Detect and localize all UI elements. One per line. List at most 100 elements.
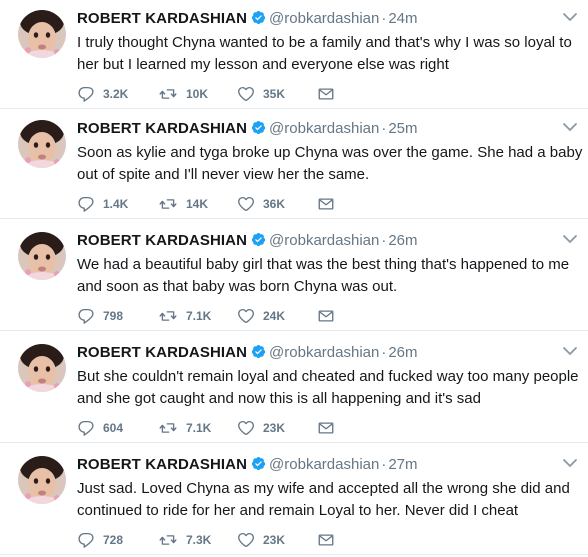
tweet[interactable]: ROBERT KARDASHIAN @robkardashian · 24m I tr… [0, 0, 588, 109]
like-button[interactable]: 35K [237, 85, 285, 103]
envelope-icon [318, 534, 334, 546]
tweet-text: But she couldn't remain loyal and cheate… [77, 368, 579, 407]
chevron-down-icon[interactable] [562, 344, 578, 358]
tweet[interactable]: ROBERT KARDASHIAN @robkardashian · 26m But … [0, 334, 588, 443]
avatar[interactable] [18, 344, 66, 392]
avatar[interactable] [18, 10, 66, 58]
direct-message-button[interactable] [317, 195, 335, 213]
author-handle[interactable]: @robkardashian [269, 10, 379, 27]
author-handle[interactable]: @robkardashian [269, 232, 379, 249]
tweet-actions: 3.2K 10K 35K [77, 85, 477, 103]
timestamp[interactable]: 24m [388, 10, 417, 27]
tweet-actions: 798 7.1K 24K [77, 307, 477, 325]
tweet-text: Just sad. Loved Chyna as my wife and acc… [77, 480, 570, 519]
author-name[interactable]: ROBERT KARDASHIAN [77, 344, 247, 361]
verified-badge-icon [251, 232, 266, 247]
tweet-actions: 728 7.3K 23K [77, 531, 477, 549]
timestamp[interactable]: 26m [388, 344, 417, 361]
like-button[interactable]: 36K [237, 195, 285, 213]
like-button[interactable]: 24K [237, 307, 285, 325]
tweet-header: ROBERT KARDASHIAN @robkardashian · 24m [77, 9, 567, 29]
reply-count: 728 [103, 533, 124, 547]
reply-icon [78, 308, 94, 324]
like-count: 24K [263, 309, 286, 323]
tweet-header: ROBERT KARDASHIAN @robkardashian · 26m [77, 343, 567, 363]
timestamp[interactable]: 26m [388, 232, 417, 249]
chevron-down-icon[interactable] [562, 456, 578, 470]
retweet-icon [159, 89, 177, 99]
chevron-down-icon[interactable] [562, 120, 578, 134]
like-button[interactable]: 23K [237, 531, 285, 549]
tweet-feed: ROBERT KARDASHIAN @robkardashian · 24m I tr… [0, 0, 588, 557]
retweet-button[interactable]: 7.1K [158, 419, 211, 437]
retweet-count: 7.1K [186, 309, 212, 323]
reply-button[interactable]: 3.2K [77, 85, 128, 103]
retweet-count: 7.1K [186, 421, 212, 435]
tweet-header: ROBERT KARDASHIAN @robkardashian · 27m [77, 455, 567, 475]
envelope-icon [318, 198, 334, 210]
retweet-icon [159, 535, 177, 545]
tweet-header: ROBERT KARDASHIAN @robkardashian · 25m [77, 119, 567, 139]
avatar[interactable] [18, 232, 66, 280]
tweet-actions: 1.4K 14K 36K [77, 195, 477, 213]
like-button[interactable]: 23K [237, 419, 285, 437]
direct-message-button[interactable] [317, 419, 335, 437]
timestamp[interactable]: 27m [388, 456, 417, 473]
like-count: 36K [263, 197, 286, 211]
timestamp[interactable]: 25m [388, 120, 417, 137]
retweet-icon [159, 199, 177, 209]
verified-badge-icon [251, 10, 266, 25]
separator: · [381, 10, 387, 27]
like-count: 35K [263, 87, 286, 101]
reply-count: 3.2K [103, 87, 129, 101]
author-name[interactable]: ROBERT KARDASHIAN [77, 456, 247, 473]
chevron-down-icon[interactable] [562, 10, 578, 24]
like-count: 23K [263, 421, 286, 435]
author-name[interactable]: ROBERT KARDASHIAN [77, 10, 247, 27]
tweet-header: ROBERT KARDASHIAN @robkardashian · 26m [77, 231, 567, 251]
direct-message-button[interactable] [317, 307, 335, 325]
like-count: 23K [263, 533, 286, 547]
retweet-button[interactable]: 14K [158, 195, 208, 213]
separator: · [381, 456, 387, 473]
retweet-button[interactable]: 10K [158, 85, 208, 103]
heart-icon [238, 86, 254, 102]
envelope-icon [318, 88, 334, 100]
tweet[interactable]: ROBERT KARDASHIAN @robkardashian · 27m Just… [0, 446, 588, 555]
reply-button[interactable]: 728 [77, 531, 123, 549]
retweet-count: 7.3K [186, 533, 212, 547]
author-handle[interactable]: @robkardashian [269, 120, 379, 137]
chevron-down-icon[interactable] [562, 232, 578, 246]
envelope-icon [318, 422, 334, 434]
retweet-button[interactable]: 7.3K [158, 531, 211, 549]
tweet-text: I truly thought Chyna wanted to be a fam… [77, 34, 572, 73]
reply-button[interactable]: 1.4K [77, 195, 128, 213]
reply-icon [78, 420, 94, 436]
author-name[interactable]: ROBERT KARDASHIAN [77, 120, 247, 137]
reply-count: 604 [103, 421, 124, 435]
reply-icon [78, 196, 94, 212]
tweet-text: Soon as kylie and tyga broke up Chyna wa… [77, 144, 583, 183]
retweet-icon [159, 423, 177, 433]
avatar[interactable] [18, 456, 66, 504]
heart-icon [238, 420, 254, 436]
avatar[interactable] [18, 120, 66, 168]
separator: · [381, 344, 387, 361]
tweet[interactable]: ROBERT KARDASHIAN @robkardashian · 26m We h… [0, 222, 588, 331]
reply-count: 1.4K [103, 197, 129, 211]
reply-button[interactable]: 798 [77, 307, 123, 325]
author-handle[interactable]: @robkardashian [269, 456, 379, 473]
tweet-text: We had a beautiful baby girl that was th… [77, 256, 570, 295]
retweet-button[interactable]: 7.1K [158, 307, 211, 325]
tweet[interactable]: ROBERT KARDASHIAN @robkardashian · 25m Soon… [0, 110, 588, 219]
reply-button[interactable]: 604 [77, 419, 123, 437]
heart-icon [238, 308, 254, 324]
author-name[interactable]: ROBERT KARDASHIAN [77, 232, 247, 249]
heart-icon [238, 532, 254, 548]
retweet-count: 10K [186, 87, 209, 101]
separator: · [381, 232, 387, 249]
direct-message-button[interactable] [317, 531, 335, 549]
author-handle[interactable]: @robkardashian [269, 344, 379, 361]
envelope-icon [318, 310, 334, 322]
direct-message-button[interactable] [317, 85, 335, 103]
